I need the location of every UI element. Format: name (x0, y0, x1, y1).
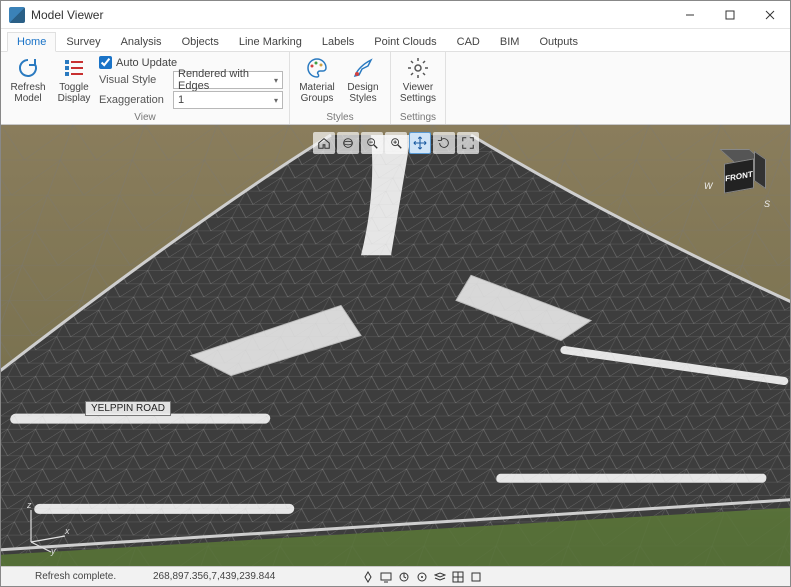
tab-strip: Home Survey Analysis Objects Line Markin… (1, 29, 790, 51)
tab-cad[interactable]: CAD (447, 32, 490, 51)
viewport-3d[interactable]: FRONT W S YELPPIN ROAD z x y (1, 125, 790, 566)
cube-side[interactable] (754, 151, 766, 189)
app-icon (9, 7, 25, 23)
tab-survey[interactable]: Survey (56, 32, 110, 51)
maximize-button[interactable] (710, 2, 750, 28)
refresh-model-button[interactable]: RefreshModel (7, 54, 49, 106)
sync-icon[interactable] (397, 570, 411, 584)
scene-render (1, 125, 790, 566)
road-label: YELPPIN ROAD (85, 401, 171, 416)
visual-style-label: Visual Style (99, 74, 169, 86)
info-icon[interactable] (469, 570, 483, 584)
zoom-extents-button[interactable] (361, 132, 383, 154)
status-message: Refresh complete. (5, 571, 145, 582)
ribbon: RefreshModel ToggleDisplay Auto Update V… (1, 51, 790, 125)
rotate-button[interactable] (433, 132, 455, 154)
viewer-settings-button[interactable]: ViewerSettings (397, 54, 439, 106)
viewport-toolbar (312, 131, 480, 155)
fullscreen-button[interactable] (457, 132, 479, 154)
visual-style-dropdown[interactable]: Rendered with Edges▾ (173, 71, 283, 89)
gear-icon (406, 56, 430, 80)
app-window: Model Viewer Home Survey Analysis Object… (0, 0, 791, 587)
group-label-view: View (7, 111, 283, 123)
ribbon-group-view: RefreshModel ToggleDisplay Auto Update V… (1, 52, 290, 124)
titlebar: Model Viewer (1, 1, 790, 29)
design-styles-button[interactable]: DesignStyles (342, 54, 384, 106)
palette-icon (305, 56, 329, 80)
tab-labels[interactable]: Labels (312, 32, 364, 51)
svg-text:x: x (64, 526, 70, 536)
chevron-down-icon: ▾ (274, 96, 278, 105)
refresh-icon (16, 56, 40, 80)
exaggeration-label: Exaggeration (99, 94, 169, 106)
tab-objects[interactable]: Objects (172, 32, 229, 51)
tab-analysis[interactable]: Analysis (111, 32, 172, 51)
tab-line-marking[interactable]: Line Marking (229, 32, 312, 51)
home-view-button[interactable] (313, 132, 335, 154)
display-icon[interactable] (379, 570, 393, 584)
svg-text:y: y (50, 546, 56, 556)
view-cube[interactable]: FRONT W S (710, 149, 768, 207)
material-groups-button[interactable]: MaterialGroups (296, 54, 338, 106)
brush-icon (351, 56, 375, 80)
compass-s: S (764, 199, 770, 209)
svg-text:z: z (26, 500, 32, 510)
exaggeration-dropdown[interactable]: 1▾ (173, 91, 283, 109)
pan-button[interactable] (409, 132, 431, 154)
group-label-settings: Settings (397, 111, 439, 123)
tab-home[interactable]: Home (7, 32, 56, 52)
tab-bim[interactable]: BIM (490, 32, 530, 51)
cube-front[interactable]: FRONT (724, 158, 754, 193)
ribbon-group-styles: MaterialGroups DesignStyles Styles (290, 52, 391, 124)
layers-icon[interactable] (433, 570, 447, 584)
toggle-display-button[interactable]: ToggleDisplay (53, 54, 95, 106)
zoom-button[interactable] (385, 132, 407, 154)
chevron-down-icon: ▾ (274, 76, 278, 85)
status-coords: 268,897.356,7,439,239.844 (153, 571, 323, 582)
status-bar: Refresh complete. 268,897.356,7,439,239.… (1, 566, 790, 586)
group-label-styles: Styles (296, 111, 384, 123)
orbit-button[interactable] (337, 132, 359, 154)
status-icons (361, 570, 483, 584)
ribbon-group-settings: ViewerSettings Settings (391, 52, 446, 124)
view-options: Auto Update Visual Style Rendered with E… (99, 54, 283, 109)
compass-w: W (704, 181, 713, 191)
tab-outputs[interactable]: Outputs (529, 32, 588, 51)
target-icon[interactable] (415, 570, 429, 584)
window-title: Model Viewer (31, 8, 103, 22)
axis-gizmo: z x y (19, 502, 71, 554)
tab-point-clouds[interactable]: Point Clouds (364, 32, 446, 51)
minimize-button[interactable] (670, 2, 710, 28)
grid-icon[interactable] (451, 570, 465, 584)
list-icon (62, 56, 86, 80)
snap-icon[interactable] (361, 570, 375, 584)
close-button[interactable] (750, 2, 790, 28)
